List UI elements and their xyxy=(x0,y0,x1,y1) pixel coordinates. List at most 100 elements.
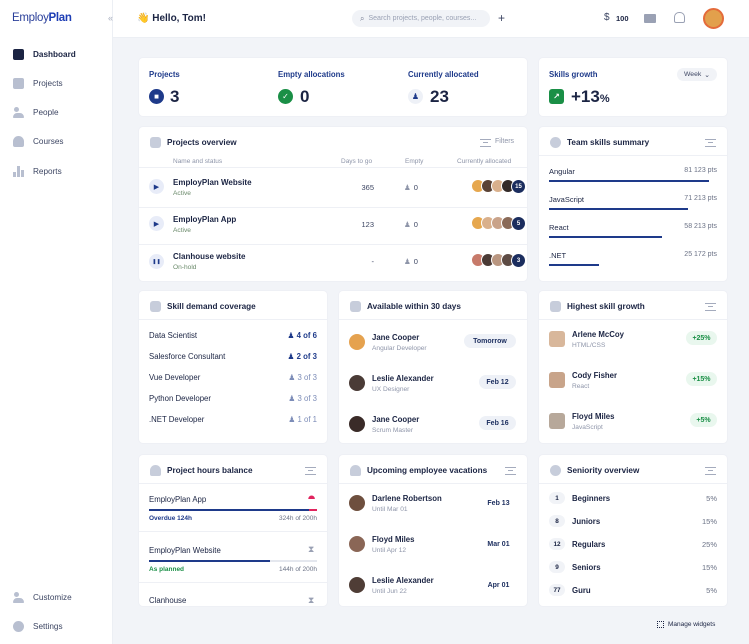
seniority-count: 9 xyxy=(549,561,565,573)
skill-name: JavaScript xyxy=(549,195,585,204)
seniority-card: Seniority overview 1 Beginners 5% 8 Junio… xyxy=(539,455,727,606)
lightbulb-icon xyxy=(550,465,561,476)
col-header-days: Days to go xyxy=(341,158,373,165)
filter-icon[interactable] xyxy=(305,467,316,475)
project-status: Active xyxy=(173,227,191,234)
vacation-date: Feb 13 xyxy=(487,499,510,507)
person-role: Scrum Master xyxy=(372,427,414,434)
growth-badge: +15% xyxy=(686,372,717,386)
app-logo[interactable]: EmployPlan xyxy=(12,12,72,24)
person-name[interactable]: Darlene Robertson xyxy=(372,494,442,503)
vacation-until: Until Mar 01 xyxy=(372,506,408,513)
avatar xyxy=(349,334,365,350)
person-name[interactable]: Floyd Miles xyxy=(572,412,614,421)
project-name[interactable]: EmployPlan App xyxy=(149,495,206,504)
person-name[interactable]: Jane Cooper xyxy=(372,333,419,342)
sidebar-item-projects[interactable]: Projects xyxy=(0,72,113,94)
filters-button[interactable]: Filters xyxy=(495,138,514,145)
filter-icon[interactable] xyxy=(705,303,716,311)
col-header-name: Name and status xyxy=(173,158,223,165)
hours-value: 144h of 200h xyxy=(279,566,317,573)
briefcase-icon xyxy=(150,137,161,148)
customize-icon xyxy=(13,591,24,603)
person-icon: ♟ xyxy=(408,89,423,104)
sidebar-item-customize[interactable]: Customize xyxy=(0,586,113,608)
filter-icon[interactable] xyxy=(705,139,716,147)
skill-bar xyxy=(549,236,662,238)
person-name[interactable]: Arlene McCoy xyxy=(572,330,624,339)
vacation-until: Until Apr 12 xyxy=(372,547,407,554)
seniority-level: Juniors xyxy=(572,517,601,526)
highest-growth-card: Highest skill growth Arlene McCoy HTML/C… xyxy=(539,291,727,443)
sidebar-item-reports[interactable]: Reports xyxy=(0,160,113,182)
manage-widgets-button[interactable]: Manage widgets xyxy=(657,621,715,628)
seniority-percent: 25% xyxy=(701,540,717,549)
project-name[interactable]: EmployPlan Website xyxy=(149,546,221,555)
project-name[interactable]: EmployPlan Website xyxy=(173,178,252,187)
check-icon: ✓ xyxy=(278,89,293,104)
play-icon[interactable]: ▶ xyxy=(149,179,164,194)
filter-icon[interactable] xyxy=(505,467,516,475)
card-title: Available within 30 days xyxy=(367,302,461,311)
empty-count: ♟ 0 xyxy=(404,220,418,229)
greeting: 👋 Hello, Tom! xyxy=(137,13,206,24)
play-icon[interactable]: ▶ xyxy=(149,216,164,231)
person-name[interactable]: Leslie Alexander xyxy=(372,576,434,585)
project-name[interactable]: EmployPlan App xyxy=(173,215,236,224)
filter-icon[interactable] xyxy=(480,139,491,147)
pause-icon[interactable]: ❚❚ xyxy=(149,254,164,269)
allocated-avatars[interactable]: 15 xyxy=(471,179,526,194)
kpi-skills-label: Skills growth xyxy=(549,70,598,79)
add-button[interactable]: + xyxy=(498,11,505,25)
seniority-level: Seniors xyxy=(572,563,601,572)
person-role: Angular Developer xyxy=(372,345,427,352)
people-icon xyxy=(13,106,24,118)
project-name[interactable]: Clanhouse website xyxy=(173,252,245,261)
filter-icon[interactable] xyxy=(705,467,716,475)
sidebar-item-label: Courses xyxy=(33,136,64,146)
sidebar-item-settings[interactable]: Settings xyxy=(0,615,113,637)
bell-icon[interactable] xyxy=(674,12,685,23)
user-avatar[interactable] xyxy=(703,8,724,29)
period-select[interactable]: Week ⌄ xyxy=(677,68,717,81)
person-name[interactable]: Jane Cooper xyxy=(372,415,419,424)
grid-icon xyxy=(657,621,664,628)
search-input[interactable]: ⌕ Search projects, people, courses... xyxy=(352,10,490,27)
vacation-date: Mar 01 xyxy=(487,540,510,548)
project-status: Active xyxy=(173,190,191,197)
person-name[interactable]: Floyd Miles xyxy=(372,535,414,544)
person-name[interactable]: Cody Fisher xyxy=(572,371,617,380)
hours-status: Overdue 124h xyxy=(149,515,192,522)
person-skill: React xyxy=(572,383,590,390)
kpi-empty-label: Empty allocations xyxy=(278,70,345,79)
sidebar-item-dashboard[interactable]: Dashboard xyxy=(0,43,113,65)
person-skill: HTML/CSS xyxy=(572,342,606,349)
sidebar-item-courses[interactable]: Courses xyxy=(0,130,113,152)
skill-demand-value: ♟ 3 of 3 xyxy=(288,394,317,403)
person-icon: ♟ xyxy=(287,331,297,340)
project-name[interactable]: Clanhouse xyxy=(149,596,186,605)
skill-demand-name: Salesforce Consultant xyxy=(149,352,226,361)
seniority-percent: 15% xyxy=(701,563,717,572)
person-name[interactable]: Leslie Alexander xyxy=(372,374,434,383)
credits-count: 100 xyxy=(616,14,629,23)
kpi-card: Projects ■ 3 Empty allocations ✓ 0 Curre… xyxy=(139,58,527,116)
projects-overview-card: Projects overview Filters Name and statu… xyxy=(139,127,527,281)
mail-icon[interactable] xyxy=(644,14,656,23)
chevron-down-icon: ⌄ xyxy=(704,71,710,79)
growth-badge: +25% xyxy=(686,331,717,345)
avatar xyxy=(349,536,365,552)
allocated-avatars[interactable]: 5 xyxy=(471,216,526,231)
allocated-avatars[interactable]: 3 xyxy=(471,253,526,268)
sidebar-item-label: Settings xyxy=(33,621,63,631)
skill-demand-name: Python Developer xyxy=(149,394,211,403)
sidebar-item-people[interactable]: People xyxy=(0,101,113,123)
availability-date: Feb 16 xyxy=(479,416,516,430)
skill-name: Angular xyxy=(549,167,575,176)
skill-demand-value: ♟ 1 of 1 xyxy=(288,415,317,424)
bar-chart-icon xyxy=(13,165,24,177)
days-to-go: - xyxy=(371,257,375,266)
hours-status: As planned xyxy=(149,566,185,573)
seniority-percent: 5% xyxy=(706,586,717,595)
briefcase-icon: ■ xyxy=(149,89,164,104)
